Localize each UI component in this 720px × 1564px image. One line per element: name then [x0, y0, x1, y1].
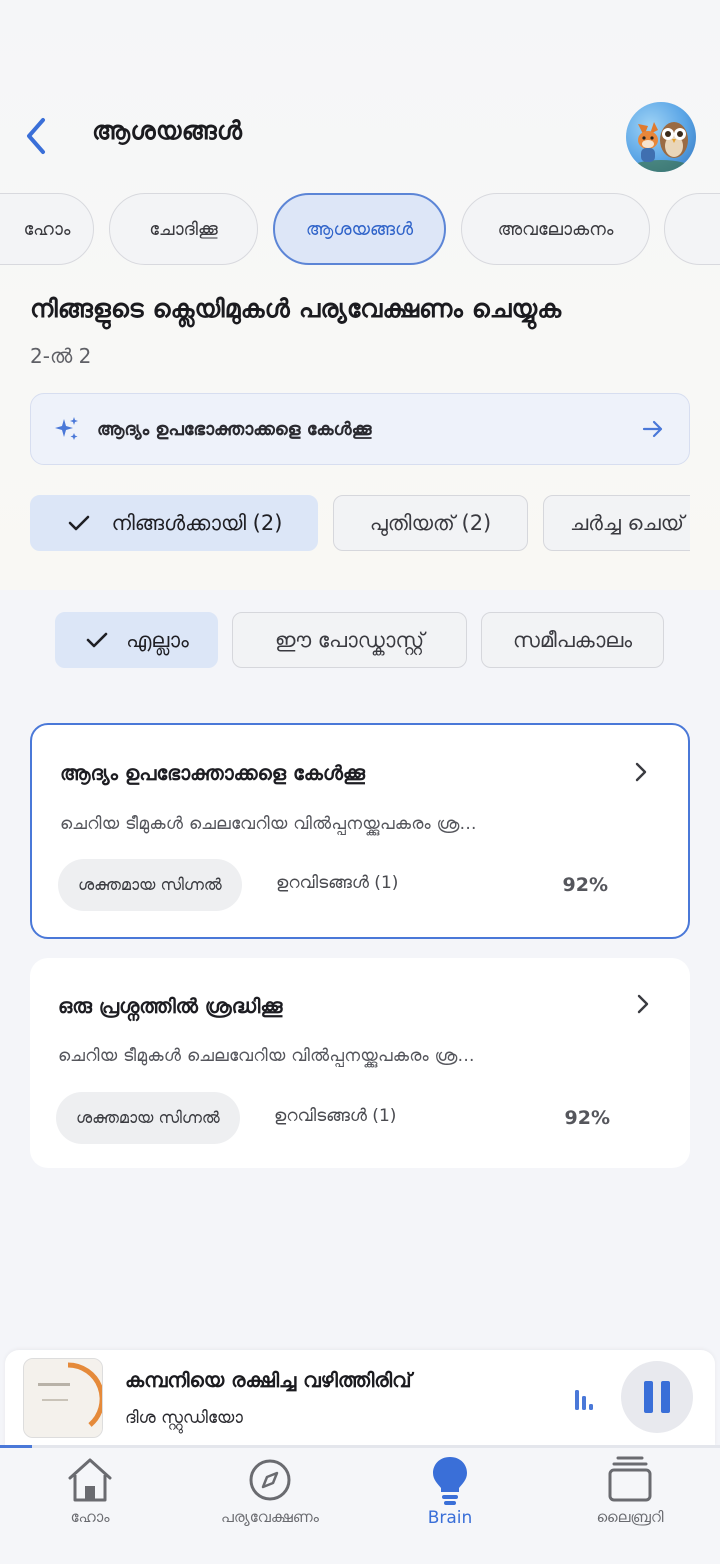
fox-owl-avatar-icon — [631, 122, 691, 172]
bottom-navigation: ഹോം പര്യവേക്ഷണം Brain ലൈബ്രറി — [0, 1448, 720, 1564]
nav-library[interactable]: ലൈബ്രറി — [540, 1454, 720, 1554]
pause-icon — [644, 1381, 670, 1413]
signal-badge: ശക്തമായ സിഗ്നൽ — [58, 859, 242, 911]
filter-recent[interactable]: സമീപകാലം — [481, 612, 664, 668]
top-tab-bar: ഹോം ചോദിക്കൂ ആശയങ്ങൾ അവലോകനം — [0, 193, 720, 265]
chip-new[interactable]: പുതിയത് (2) — [333, 495, 528, 551]
chip-discuss[interactable]: ചർച്ച ചെയ് — [543, 495, 690, 551]
claim-title: ആദ്യം ഉപഭോക്താക്കളെ കേൾക്കൂ — [60, 761, 365, 785]
filter-this-podcast[interactable]: ഈ പോഡ്കാസ്റ്റ് — [232, 612, 467, 668]
audio-visualizer-icon — [575, 1390, 593, 1410]
check-icon — [86, 632, 108, 648]
sparkle-icon — [55, 417, 78, 440]
cover-art-icon — [24, 1359, 102, 1437]
nav-label: ഹോം — [70, 1508, 110, 1526]
sources-count: ഉറവിടങ്ങൾ (1) — [276, 873, 399, 893]
nav-label: Brain — [427, 1508, 473, 1528]
page-title: ആശയങ്ങൾ — [92, 116, 243, 145]
tab-label: ചോദിക്കൂ — [149, 218, 218, 240]
chip-label: പുതിയത് (2) — [369, 510, 492, 535]
compass-icon — [249, 1459, 291, 1501]
nav-home[interactable]: ഹോം — [0, 1454, 180, 1554]
tab-label: ആശയങ്ങൾ — [305, 218, 414, 240]
chip-label: എല്ലാം — [126, 627, 189, 652]
episode-title: കമ്പനിയെ രക്ഷിച്ച വഴിത്തിരിവ് — [125, 1368, 412, 1392]
category-chip-row: നിങ്ങൾക്കായി (2) പുതിയത് (2) ചർച്ച ചെയ് — [0, 495, 690, 551]
check-icon — [68, 515, 89, 531]
nav-label: പര്യവേക്ഷണം — [221, 1508, 319, 1526]
home-icon — [68, 1458, 112, 1502]
section-title: നിങ്ങളുടെ ക്ലെയിമുകൾ പര്യവേക്ഷണം ചെയ്യുക — [30, 294, 562, 323]
chevron-right-icon — [635, 762, 647, 782]
nav-brain[interactable]: Brain — [360, 1454, 540, 1554]
signal-badge: ശക്തമായ സിഗ്നൽ — [56, 1092, 240, 1144]
tab-review[interactable]: അവലോകനം — [461, 193, 650, 265]
tab-label: ഹോം — [23, 218, 71, 240]
suggestion-text: ആദ്യം ഉപഭോക്താക്കളെ കേൾക്കൂ — [97, 418, 372, 440]
claim-card[interactable]: ആദ്യം ഉപഭോക്താക്കളെ കേൾക്കൂ ചെറിയ ടീമുകൾ… — [30, 723, 690, 939]
claim-description: ചെറിയ ടീമുകൾ ചെലവേറിയ വിൽപ്പനയ്ക്കുപകരം … — [60, 814, 477, 834]
tab-more[interactable] — [664, 193, 720, 265]
pause-button[interactable] — [621, 1361, 693, 1433]
nav-explore[interactable]: പര്യവേക്ഷണം — [180, 1454, 360, 1554]
avatar[interactable] — [626, 102, 696, 172]
back-button[interactable] — [14, 112, 58, 160]
nav-label: ലൈബ്രറി — [596, 1508, 664, 1526]
claims-counter: 2-ൽ 2 — [30, 344, 92, 368]
tab-label: അവലോകനം — [497, 218, 614, 240]
chevron-left-icon — [27, 118, 45, 154]
confidence-percent: 92% — [564, 1107, 610, 1129]
chip-for-you[interactable]: നിങ്ങൾക്കായി (2) — [30, 495, 318, 551]
episode-cover[interactable] — [23, 1358, 103, 1438]
chip-label: സമീപകാലം — [512, 627, 633, 652]
episode-studio: ദിശ സ്റ്റുഡിയോ — [125, 1408, 243, 1428]
arrow-right-icon — [642, 420, 663, 438]
lightbulb-icon — [433, 1457, 467, 1505]
chevron-right-icon — [637, 994, 649, 1014]
claim-description: ചെറിയ ടീമുകൾ ചെലവേറിയ വിൽപ്പനയ്ക്കുപകരം … — [58, 1046, 475, 1066]
library-icon — [608, 1456, 652, 1502]
suggestion-bar[interactable]: ആദ്യം ഉപഭോക്താക്കളെ കേൾക്കൂ — [30, 393, 690, 465]
claim-card[interactable]: ഒരു പ്രശ്നത്തിൽ ശ്രദ്ധിക്കൂ ചെറിയ ടീമുകൾ… — [30, 958, 690, 1168]
mini-player[interactable]: കമ്പനിയെ രക്ഷിച്ച വഴിത്തിരിവ് ദിശ സ്റ്റു… — [5, 1350, 715, 1446]
tab-ask[interactable]: ചോദിക്കൂ — [109, 193, 258, 265]
confidence-percent: 92% — [562, 874, 608, 896]
tab-ideas[interactable]: ആശയങ്ങൾ — [273, 193, 446, 265]
chip-label: ചർച്ച ചെയ് — [570, 510, 685, 535]
chip-label: നിങ്ങൾക്കായി (2) — [111, 510, 283, 535]
chip-label: ഈ പോഡ്കാസ്റ്റ് — [274, 627, 425, 652]
claim-title: ഒരു പ്രശ്നത്തിൽ ശ്രദ്ധിക്കൂ — [58, 994, 283, 1018]
sources-count: ഉറവിടങ്ങൾ (1) — [274, 1106, 397, 1126]
tab-home[interactable]: ഹോം — [0, 193, 94, 265]
filter-all[interactable]: എല്ലാം — [55, 612, 218, 668]
filter-chip-row: എല്ലാം ഈ പോഡ്കാസ്റ്റ് സമീപകാലം — [0, 612, 720, 668]
